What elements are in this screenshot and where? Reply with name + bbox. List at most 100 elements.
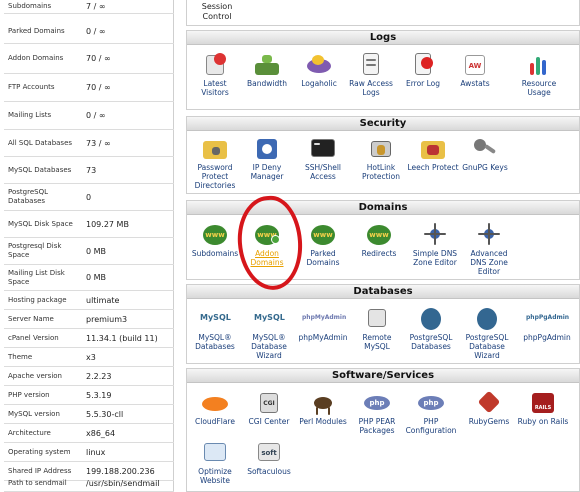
logs-section: Logs Latest Visitors Bandwidth Logaholic: [186, 30, 580, 110]
session-control-link[interactable]: Session Control: [197, 2, 237, 22]
stat-value: 0 MB: [86, 246, 107, 256]
databases-section: Databases MySQL MySQL® Databases MySQL M…: [186, 284, 580, 364]
stat-label: MySQL Disk Space: [8, 219, 73, 228]
section-title[interactable]: Logs: [187, 31, 579, 45]
stat-value: 73 / ∞: [86, 138, 111, 148]
logaholic-item[interactable]: Logaholic: [293, 51, 345, 88]
stat-value: linux: [86, 447, 106, 457]
item-label: Remote MySQL: [362, 333, 392, 351]
phppgadmin-logo-icon: phpPgAdmin: [526, 314, 570, 321]
raw-access-logs-icon: [356, 51, 386, 77]
item-label: PostgreSQL Databases: [409, 333, 453, 351]
stat-label: Addon Domains: [8, 54, 64, 62]
preferences-section-tail: Session Control: [186, 0, 580, 26]
item-label: SSH/Shell Access: [305, 163, 341, 181]
phppgadmin-item[interactable]: phpPgAdmin phpPgAdmin: [517, 305, 577, 342]
stat-value: 70 / ∞: [86, 83, 111, 92]
stat-row-apache-version: Apache version 2.2.23: [4, 367, 174, 386]
item-label: Ruby on Rails: [517, 417, 569, 426]
stat-label: All SQL Databases: [8, 138, 73, 147]
item-label: Leech Protect: [407, 163, 459, 172]
item-label: phpPgAdmin: [523, 333, 571, 342]
item-label: PHP PEAR Packages: [358, 417, 396, 435]
stat-row-cpanel-version: cPanel Version 11.34.1 (build 11): [4, 329, 174, 348]
raw-access-logs-item[interactable]: Raw Access Logs: [345, 51, 397, 97]
ssh-shell-item[interactable]: SSH/Shell Access: [297, 135, 349, 181]
stat-label: PostgreSQL Databases: [8, 188, 48, 205]
stat-row-operating-system: Operating system linux: [4, 443, 174, 462]
error-log-item[interactable]: Error Log: [397, 51, 449, 88]
section-title[interactable]: Databases: [187, 285, 579, 299]
optimize-website-item[interactable]: Optimize Website: [189, 439, 241, 485]
stat-row-mysql-disk-space: MySQL Disk Space 109.27 MB: [4, 211, 174, 238]
cgi-center-item[interactable]: CGI CGI Center: [243, 389, 295, 426]
terminal-icon: [308, 135, 338, 161]
awstats-item[interactable]: AW Awstats: [449, 51, 501, 88]
stat-row-parked-domains: Parked Domains 0 / ∞: [4, 20, 174, 44]
item-label: phpMyAdmin: [298, 333, 348, 342]
stat-label: Mailing Lists: [8, 111, 52, 119]
redirects-item[interactable]: www Redirects: [353, 221, 405, 258]
perl-modules-item[interactable]: Perl Modules: [297, 389, 349, 426]
stat-label: Server Name: [8, 314, 54, 323]
chain-lock-icon: [366, 135, 396, 161]
resource-usage-item[interactable]: Resource Usage: [513, 51, 565, 97]
folder-lock-icon: [200, 135, 230, 161]
item-label: Simple DNS Zone Editor: [412, 249, 458, 267]
leech-protect-item[interactable]: Leech Protect: [407, 135, 459, 172]
mysql-wizard-item[interactable]: MySQL MySQL® Database Wizard: [243, 305, 295, 360]
phpmyadmin-item[interactable]: phpMyAdmin phpMyAdmin: [297, 305, 349, 342]
stat-label: Postgresql Disk Space: [8, 242, 62, 259]
item-label: RubyGems: [468, 417, 510, 426]
ruby-on-rails-item[interactable]: RAILS Ruby on Rails: [517, 389, 569, 426]
item-label: PHP Configuration: [405, 417, 457, 435]
stat-value: x3: [86, 352, 96, 362]
stat-label: Path to sendmail: [8, 479, 67, 487]
mysql-databases-item[interactable]: MySQL MySQL® Databases: [189, 305, 241, 351]
cloud-icon: [200, 389, 230, 415]
php-pear-item[interactable]: php PHP PEAR Packages: [351, 389, 403, 435]
postgresql-databases-item[interactable]: PostgreSQL Databases: [405, 305, 457, 351]
gnupg-keys-item[interactable]: GnuPG Keys: [459, 135, 511, 172]
rubygems-item[interactable]: RubyGems: [463, 389, 515, 426]
php-icon: php: [362, 389, 392, 415]
stat-value: 2.2.23: [86, 371, 112, 381]
item-label: Error Log: [405, 79, 441, 88]
item-label: Password Protect Directories: [194, 163, 236, 190]
postgresql-wizard-item[interactable]: PostgreSQL Database Wizard: [461, 305, 513, 360]
advanced-dns-item[interactable]: Advanced DNS Zone Editor: [463, 221, 515, 276]
password-protect-item[interactable]: Password Protect Directories: [189, 135, 241, 190]
section-title[interactable]: Security: [187, 117, 579, 131]
item-label: CGI Center: [248, 417, 290, 426]
latest-visitors-item[interactable]: Latest Visitors: [189, 51, 241, 97]
stat-row-mailing-list-disk-space: Mailing List Disk Space 0 MB: [4, 265, 174, 291]
section-title[interactable]: Software/Services: [187, 369, 579, 383]
softaculous-item[interactable]: soft Softaculous: [243, 439, 295, 476]
item-label: Latest Visitors: [201, 79, 229, 97]
simple-dns-item[interactable]: Simple DNS Zone Editor: [409, 221, 461, 267]
ruby-gem-icon: [474, 389, 504, 415]
item-label: Parked Domains: [306, 249, 340, 267]
hotlink-protection-item[interactable]: HotLink Protection: [355, 135, 407, 181]
stat-value: premium3: [86, 314, 128, 324]
remote-mysql-item[interactable]: Remote MySQL: [351, 305, 403, 351]
subdomains-item[interactable]: www Subdomains: [189, 221, 241, 258]
item-label: Raw Access Logs: [349, 79, 393, 97]
stat-value: 0 / ∞: [86, 111, 106, 120]
item-label: Logaholic: [301, 79, 337, 88]
camel-icon: [308, 389, 338, 415]
parked-domains-item[interactable]: www Parked Domains: [297, 221, 349, 267]
php-configuration-item[interactable]: php PHP Configuration: [405, 389, 457, 435]
logaholic-icon: [304, 51, 334, 77]
item-label: Subdomains: [191, 249, 239, 258]
stat-label: Theme: [8, 352, 33, 361]
stat-label: FTP Accounts: [8, 83, 55, 91]
stat-value: 109.27 MB: [86, 219, 129, 229]
item-label: MySQL® Databases: [195, 333, 235, 351]
www-icon: www: [200, 221, 230, 247]
ip-deny-item[interactable]: IP Deny Manager: [241, 135, 293, 181]
item-label: MySQL® Database Wizard: [251, 333, 287, 360]
bandwidth-item[interactable]: Bandwidth: [241, 51, 293, 88]
cloudflare-item[interactable]: CloudFlare: [189, 389, 241, 426]
item-label: Redirects: [361, 249, 397, 258]
